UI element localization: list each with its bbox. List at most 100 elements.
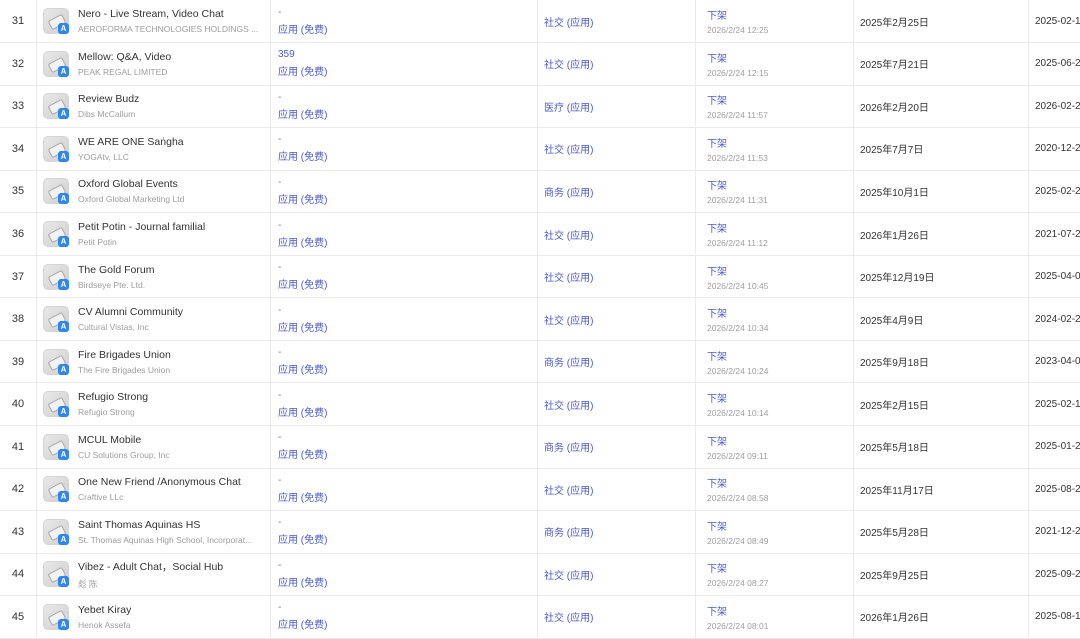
app-icon[interactable]: A	[43, 476, 69, 502]
category-link[interactable]: 社交 (应用)	[544, 316, 593, 327]
table-row[interactable]: 33 A Review Budz Dibs McCallum - 应用 (免费)…	[0, 85, 1080, 128]
category-link[interactable]: 商务 (应用)	[544, 358, 593, 369]
app-icon[interactable]: A	[43, 136, 69, 162]
category-link[interactable]: 社交 (应用)	[544, 231, 593, 242]
price-type-link[interactable]: 应用 (免费)	[278, 446, 537, 461]
app-info[interactable]: A Nero - Live Stream, Video Chat AEROFOR…	[37, 8, 270, 34]
app-name-link[interactable]: WE ARE ONE Saṅgha	[78, 136, 184, 148]
app-icon[interactable]: A	[43, 391, 69, 417]
app-info[interactable]: A Oxford Global Events Oxford Global Mar…	[37, 178, 270, 204]
status-link[interactable]: 下架	[707, 603, 853, 618]
table-row[interactable]: 41 A MCUL Mobile CU Solutions Group, Inc…	[0, 425, 1080, 468]
status-link[interactable]: 下架	[707, 220, 853, 235]
category-link[interactable]: 商务 (应用)	[544, 188, 593, 199]
app-info[interactable]: A WE ARE ONE Saṅgha YOGAtv, LLC	[37, 136, 270, 162]
app-info[interactable]: A Petit Potin - Journal familial Petit P…	[37, 221, 270, 247]
app-name-link[interactable]: Mellow: Q&A, Video	[78, 51, 171, 63]
app-name-link[interactable]: One New Friend /Anonymous Chat	[78, 476, 241, 488]
price-type-link[interactable]: 应用 (免费)	[278, 489, 537, 504]
app-cell[interactable]: A Review Budz Dibs McCallum	[37, 85, 271, 128]
app-icon[interactable]: A	[43, 51, 69, 77]
app-info[interactable]: A Review Budz Dibs McCallum	[37, 93, 270, 119]
category-link[interactable]: 社交 (应用)	[544, 145, 593, 156]
table-row[interactable]: 42 A One New Friend /Anonymous Chat Craf…	[0, 468, 1080, 511]
app-cell[interactable]: A Yebet Kiray Henok Assefa	[37, 596, 271, 639]
status-link[interactable]: 下架	[707, 135, 853, 150]
price-type-link[interactable]: 应用 (免费)	[278, 319, 537, 334]
app-name-link[interactable]: Fire Brigades Union	[78, 349, 171, 361]
app-name-link[interactable]: MCUL Mobile	[78, 434, 170, 446]
category-link[interactable]: 社交 (应用)	[544, 613, 593, 624]
category-link[interactable]: 商务 (应用)	[544, 528, 593, 539]
status-link[interactable]: 下架	[707, 177, 853, 192]
status-link[interactable]: 下架	[707, 348, 853, 363]
app-cell[interactable]: A One New Friend /Anonymous Chat Craftiv…	[37, 468, 271, 511]
app-cell[interactable]: A Saint Thomas Aquinas HS St. Thomas Aqu…	[37, 511, 271, 554]
category-link[interactable]: 社交 (应用)	[544, 401, 593, 412]
app-info[interactable]: A Fire Brigades Union The Fire Brigades …	[37, 349, 270, 375]
app-name-link[interactable]: CV Alumni Community	[78, 306, 183, 318]
app-info[interactable]: A Mellow: Q&A, Video PEAK REGAL LIMITED	[37, 51, 270, 77]
price-type-link[interactable]: 应用 (免费)	[278, 106, 537, 121]
app-icon[interactable]: A	[43, 93, 69, 119]
status-link[interactable]: 下架	[707, 433, 853, 448]
app-icon[interactable]: A	[43, 306, 69, 332]
price-type-link[interactable]: 应用 (免费)	[278, 276, 537, 291]
app-icon[interactable]: A	[43, 519, 69, 545]
table-row[interactable]: 40 A Refugio Strong Refugio Strong - 应用 …	[0, 383, 1080, 426]
status-link[interactable]: 下架	[707, 390, 853, 405]
app-name-link[interactable]: Oxford Global Events	[78, 178, 184, 190]
table-row[interactable]: 31 A Nero - Live Stream, Video Chat AERO…	[0, 0, 1080, 43]
app-name-link[interactable]: Petit Potin - Journal familial	[78, 221, 205, 233]
app-icon[interactable]: A	[43, 264, 69, 290]
app-name-link[interactable]: Review Budz	[78, 93, 139, 105]
category-link[interactable]: 社交 (应用)	[544, 273, 593, 284]
price-type-link[interactable]: 应用 (免费)	[278, 574, 537, 589]
app-cell[interactable]: A Oxford Global Events Oxford Global Mar…	[37, 170, 271, 213]
price-type-link[interactable]: 应用 (免费)	[278, 616, 537, 631]
table-row[interactable]: 44 A Vibez - Adult Chat，Social Hub 彪 陈 -…	[0, 553, 1080, 596]
status-link[interactable]: 下架	[707, 560, 853, 575]
app-name-link[interactable]: Refugio Strong	[78, 391, 148, 403]
app-name-link[interactable]: Yebet Kiray	[78, 604, 131, 616]
app-icon[interactable]: A	[43, 349, 69, 375]
status-link[interactable]: 下架	[707, 518, 853, 533]
status-link[interactable]: 下架	[707, 50, 853, 65]
app-icon[interactable]: A	[43, 8, 69, 34]
app-info[interactable]: A Vibez - Adult Chat，Social Hub 彪 陈	[37, 559, 270, 590]
table-row[interactable]: 45 A Yebet Kiray Henok Assefa - 应用 (免费) …	[0, 596, 1080, 639]
app-icon[interactable]: A	[43, 221, 69, 247]
app-cell[interactable]: A Nero - Live Stream, Video Chat AEROFOR…	[37, 0, 271, 43]
app-name-link[interactable]: Vibez - Adult Chat，Social Hub	[78, 559, 223, 574]
app-cell[interactable]: A Petit Potin - Journal familial Petit P…	[37, 213, 271, 256]
category-link[interactable]: 社交 (应用)	[544, 486, 593, 497]
status-link[interactable]: 下架	[707, 92, 853, 107]
app-cell[interactable]: A Mellow: Q&A, Video PEAK REGAL LIMITED	[37, 43, 271, 86]
table-row[interactable]: 35 A Oxford Global Events Oxford Global …	[0, 170, 1080, 213]
app-info[interactable]: A The Gold Forum Birdseye Pte. Ltd.	[37, 264, 270, 290]
status-link[interactable]: 下架	[707, 475, 853, 490]
category-link[interactable]: 商务 (应用)	[544, 443, 593, 454]
price-type-link[interactable]: 应用 (免费)	[278, 191, 537, 206]
price-type-link[interactable]: 应用 (免费)	[278, 148, 537, 163]
app-info[interactable]: A Yebet Kiray Henok Assefa	[37, 604, 270, 630]
app-cell[interactable]: A Vibez - Adult Chat，Social Hub 彪 陈	[37, 553, 271, 596]
app-cell[interactable]: A CV Alumni Community Cultural Vistas, I…	[37, 298, 271, 341]
app-info[interactable]: A One New Friend /Anonymous Chat Craftiv…	[37, 476, 270, 502]
price-type-link[interactable]: 应用 (免费)	[278, 234, 537, 249]
category-link[interactable]: 社交 (应用)	[544, 571, 593, 582]
price-type-link[interactable]: 应用 (免费)	[278, 63, 537, 78]
app-name-link[interactable]: The Gold Forum	[78, 264, 154, 276]
app-cell[interactable]: A Fire Brigades Union The Fire Brigades …	[37, 340, 271, 383]
table-row[interactable]: 37 A The Gold Forum Birdseye Pte. Ltd. -…	[0, 255, 1080, 298]
status-link[interactable]: 下架	[707, 305, 853, 320]
app-cell[interactable]: A Refugio Strong Refugio Strong	[37, 383, 271, 426]
app-cell[interactable]: A MCUL Mobile CU Solutions Group, Inc	[37, 425, 271, 468]
table-row[interactable]: 36 A Petit Potin - Journal familial Peti…	[0, 213, 1080, 256]
status-link[interactable]: 下架	[707, 7, 853, 22]
app-info[interactable]: A CV Alumni Community Cultural Vistas, I…	[37, 306, 270, 332]
price-type-link[interactable]: 应用 (免费)	[278, 531, 537, 546]
price-type-link[interactable]: 应用 (免费)	[278, 21, 537, 36]
app-info[interactable]: A Refugio Strong Refugio Strong	[37, 391, 270, 417]
app-icon[interactable]: A	[43, 434, 69, 460]
